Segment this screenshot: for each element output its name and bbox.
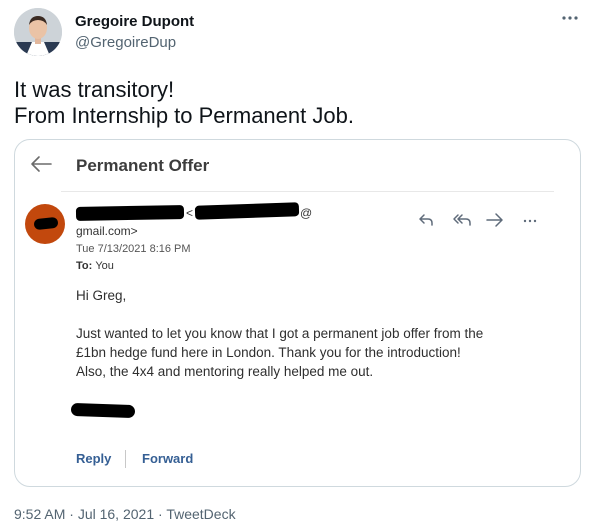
- more-horizontal-icon: [523, 219, 537, 223]
- tweet-time[interactable]: 9:52 AM: [14, 506, 65, 522]
- avatar-photo-icon: [14, 8, 62, 56]
- sender-domain: gmail.com>: [76, 224, 138, 238]
- email-more-icon[interactable]: [522, 214, 538, 224]
- back-arrow-icon[interactable]: [29, 154, 53, 174]
- sent-date: Tue 7/13/2021 8:16 PM: [76, 243, 191, 255]
- email-greeting: Hi Greg,: [76, 288, 127, 303]
- email-screenshot[interactable]: Permanent Offer < @ gmail.com> Tue 7/13/…: [14, 139, 581, 487]
- redacted-sender-email: [194, 202, 300, 220]
- more-horizontal-icon: [562, 16, 578, 20]
- redaction-mark: [33, 216, 59, 231]
- tweet-text-line: It was transitory!: [14, 77, 175, 102]
- reply-all-icon[interactable]: [451, 212, 473, 228]
- redacted-sender-name: [75, 205, 185, 221]
- email-body-line: £1bn hedge fund here in London. Thank yo…: [76, 345, 461, 360]
- forward-button[interactable]: Forward: [142, 451, 193, 466]
- forward-icon[interactable]: [485, 212, 505, 228]
- email-body-line: Just wanted to let you know that I got a…: [76, 326, 484, 341]
- meta-separator: ·: [69, 506, 78, 522]
- email-body-line: Also, the 4x4 and mentoring really helpe…: [76, 364, 374, 379]
- sender-bracket: <: [186, 206, 194, 220]
- sender-at: @: [300, 206, 313, 220]
- tweet: Gregoire Dupont @GregoireDup It was tran…: [0, 0, 589, 532]
- reply-icon[interactable]: [417, 212, 435, 228]
- more-options-icon[interactable]: [558, 10, 582, 30]
- author-avatar[interactable]: [14, 8, 62, 56]
- recipient-line: To: You: [76, 260, 114, 272]
- header-divider: [61, 191, 554, 192]
- tweet-date[interactable]: Jul 16, 2021: [78, 506, 154, 522]
- sender-avatar: [25, 204, 65, 244]
- tweet-metadata: 9:52 AM · Jul 16, 2021 · TweetDeck: [14, 506, 236, 522]
- author-handle[interactable]: @GregoireDup: [75, 34, 176, 51]
- to-label: To:: [76, 260, 96, 272]
- to-value: You: [95, 260, 114, 272]
- tweet-source[interactable]: TweetDeck: [166, 506, 235, 522]
- action-divider: [125, 450, 126, 468]
- tweet-text-line: From Internship to Permanent Job.: [14, 103, 354, 128]
- tweet-text: It was transitory! From Internship to Pe…: [14, 77, 574, 129]
- email-header: Permanent Offer: [15, 140, 580, 192]
- reply-button[interactable]: Reply: [76, 451, 111, 466]
- redacted-signature: [70, 402, 136, 419]
- author-name[interactable]: Gregoire Dupont: [75, 13, 194, 30]
- email-subject: Permanent Offer: [76, 156, 210, 175]
